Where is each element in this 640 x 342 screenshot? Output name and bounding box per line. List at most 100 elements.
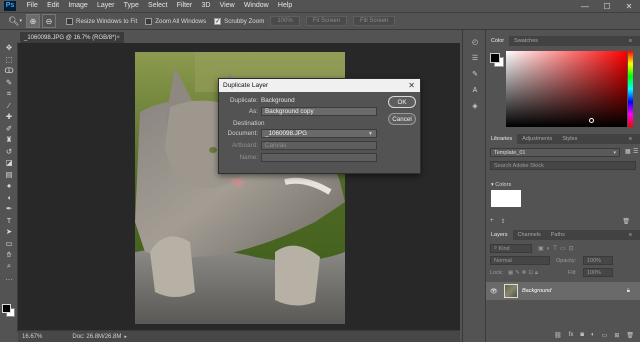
list-view-icon[interactable]: ☰ [633,148,638,155]
brush-panel-icon[interactable]: ✎ [463,66,487,82]
document-select[interactable]: _1060098.JPG ▼ [261,129,377,138]
menu-image[interactable]: Image [64,0,93,12]
menu-edit[interactable]: Edit [42,0,63,12]
fx-icon[interactable]: fx [569,332,574,338]
percent-100-button[interactable]: 100% [270,16,300,26]
healing-brush-tool-icon[interactable]: ✚ [0,111,18,123]
fill-screen-button[interactable]: Fill Screen [353,16,396,26]
history-brush-tool-icon[interactable]: ↺ [0,146,18,158]
eyedropper-tool-icon[interactable]: ⁄ [0,100,18,112]
zoom-all-windows-checkbox[interactable]: Zoom All Windows [145,17,206,25]
name-input[interactable] [261,153,377,162]
path-selection-tool-icon[interactable]: ➤ [0,226,18,238]
library-select[interactable]: Template_01 ▾ [490,148,620,157]
tab-swatches[interactable]: Swatches [509,36,543,46]
visibility-eye-icon[interactable]: 👁︎ [490,288,498,295]
artboard-select[interactable]: Canvas [261,141,377,150]
panel-menu-icon[interactable]: ≡ [624,230,637,240]
panel-foreground-swatch[interactable] [490,53,500,63]
link-icon[interactable]: ⛓︎ [554,332,562,339]
zoom-tool-icon[interactable]: ⌕ [0,261,18,273]
tab-adjustments[interactable]: Adjustments [517,134,557,144]
crop-tool-icon[interactable]: ⌗ [0,88,18,100]
tab-channels[interactable]: Channels [513,230,546,240]
trash-icon[interactable]: 🗑︎ [626,332,634,339]
colors-section-title[interactable]: ▾ Colors [491,182,511,188]
tab-layers[interactable]: Layers [486,230,513,240]
tab-styles[interactable]: Styles [557,134,582,144]
tab-libraries[interactable]: Libraries [486,134,518,144]
menu-file[interactable]: File [22,0,42,12]
tab-paths[interactable]: Paths [546,230,570,240]
folder-icon[interactable]: ▭ [602,332,608,339]
menu-select[interactable]: Select [143,0,172,12]
blend-mode-select[interactable]: Normal [490,256,550,265]
new-layer-icon[interactable]: ⊞ [614,332,619,339]
adjustment-layer-icon[interactable]: ◐ [591,332,595,338]
ok-button[interactable]: OK [388,96,416,108]
panel-menu-icon[interactable]: ≡ [624,134,637,144]
quick-select-tool-icon[interactable]: ✎ [0,77,18,89]
minimize-button[interactable]: — [574,0,596,12]
maximize-button[interactable]: ☐ [596,0,618,12]
foreground-color-swatch[interactable] [2,304,11,313]
as-name-input[interactable]: Background copy [261,107,377,116]
trash-icon[interactable]: 🗑︎ [622,218,630,225]
layer-row-background[interactable]: 👁︎ Background 🔒︎ [486,282,640,300]
grid-view-icon[interactable]: ▦ [625,148,631,155]
status-arrow-icon[interactable]: ▸ [124,334,127,340]
menu-help[interactable]: Help [273,0,297,12]
opacity-input[interactable]: 100% [583,256,613,265]
move-tool-icon[interactable]: ✥ [0,42,18,54]
character-panel-icon[interactable]: A [463,82,487,98]
type-tool-icon[interactable]: T [0,215,18,227]
cancel-button[interactable]: Cancel [388,113,416,125]
marquee-tool-icon[interactable]: ⬚ [0,54,18,66]
color-picker-handle[interactable] [589,118,594,123]
tab-color[interactable]: Color [486,36,510,46]
cube-3d-panel-icon[interactable]: ◈ [463,98,487,114]
hand-tool-icon[interactable]: ✋︎ [0,249,18,261]
library-search-input[interactable]: Search Adobe Stock [490,161,636,170]
zoom-in-button[interactable]: ⊕ [26,14,40,28]
zoom-tool-preset[interactable]: 🔍︎ ▾ [4,14,26,28]
clone-stamp-tool-icon[interactable]: ♜ [0,134,18,146]
panel-menu-icon[interactable]: ≡ [624,36,637,46]
rectangle-tool-icon[interactable]: ▭ [0,238,18,250]
menu-view[interactable]: View [215,0,239,12]
doc-info[interactable]: Doc: 26.8M/26.8M [72,334,121,340]
resize-windows-checkbox[interactable]: Resize Windows to Fit [66,17,137,25]
pen-tool-icon[interactable]: ✒ [0,203,18,215]
layer-filter-icons[interactable]: ▣◐T▭⊡ [538,245,577,252]
upload-icon[interactable]: ⇪ [501,218,506,225]
zoom-out-button[interactable]: ⊖ [42,14,56,28]
brush-tool-icon[interactable]: ✐ [0,123,18,135]
close-window-button[interactable]: ✕ [618,0,640,12]
scrubby-zoom-checkbox[interactable]: ✓ Scrubby Zoom [214,17,264,25]
properties-panel-icon[interactable]: ☰ [463,50,487,66]
menu-layer[interactable]: Layer [92,0,119,12]
more-tools-icon[interactable]: … [0,272,18,284]
add-icon[interactable]: + [490,218,494,224]
menu-window[interactable]: Window [239,0,273,12]
fill-input[interactable]: 100% [583,268,613,277]
dialog-close-icon[interactable]: ✕ [408,81,415,90]
close-tab-icon[interactable]: × [116,35,120,41]
lasso-tool-icon[interactable]: ↀ [0,65,18,77]
fit-screen-button[interactable]: Fit Screen [305,16,348,26]
menu-filter[interactable]: Filter [172,0,197,12]
eraser-tool-icon[interactable]: ◪ [0,157,18,169]
menu-3d[interactable]: 3D [197,0,215,12]
menu-type[interactable]: Type [119,0,143,12]
document-tab[interactable]: _1060098.JPG @ 16.7% (RGB/8*) × [20,31,124,43]
history-panel-icon[interactable]: ◴ [463,34,487,50]
color-picker-field[interactable] [506,51,627,127]
mask-icon[interactable]: ◙ [580,332,584,338]
lock-icon[interactable]: 🔒︎ [627,288,630,295]
hue-slider[interactable] [628,51,633,127]
dodge-tool-icon[interactable]: ◖ [0,192,18,204]
library-color-swatch[interactable] [491,190,521,207]
blur-tool-icon[interactable]: ● [0,180,18,192]
zoom-level[interactable]: 16.67% [22,334,42,340]
lock-icons[interactable]: ▦✎✥⊡🔒︎ [508,270,540,277]
